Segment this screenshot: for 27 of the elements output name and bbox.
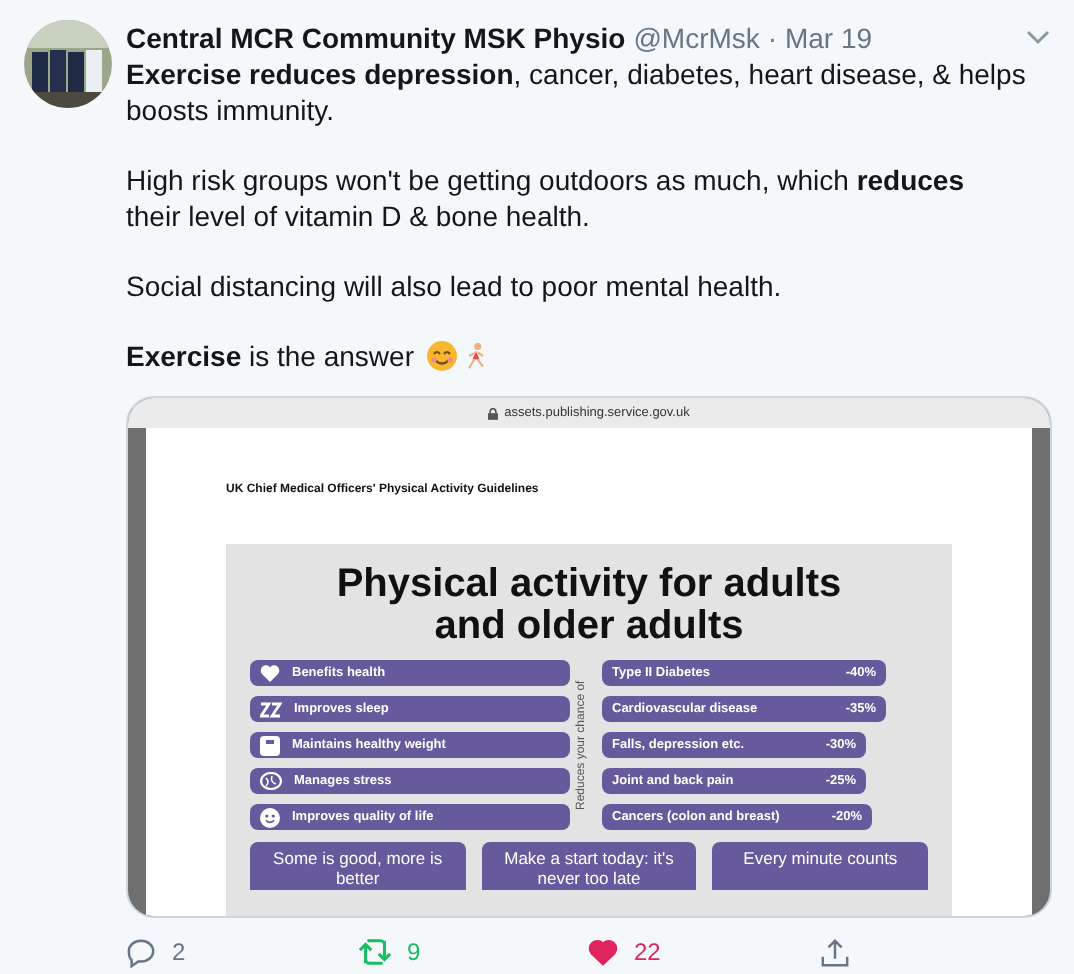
- scale-icon: [260, 735, 280, 755]
- retweet-count: 9: [407, 938, 421, 966]
- reply-icon[interactable]: [126, 937, 156, 967]
- tip-box: Some is good, more is better: [250, 842, 466, 890]
- brain-icon: [260, 772, 282, 790]
- heart-icon[interactable]: [588, 938, 618, 966]
- tip-box: Every minute counts: [712, 842, 929, 890]
- share-icon[interactable]: [819, 937, 849, 967]
- retweet-icon[interactable]: [357, 938, 391, 966]
- smiley-icon: [260, 807, 280, 827]
- tweet-text: Exercise is the answer: [126, 340, 414, 372]
- smiling-face-icon: [425, 340, 458, 372]
- author-handle[interactable]: @McrMsk: [633, 22, 760, 54]
- infographic-title: Physical activity for adults and older adults: [334, 564, 844, 648]
- lock-icon: [488, 407, 499, 419]
- tweet-text: Exercise reduces depression, cancer, diabetes, heart disease, & helps boosts immunity.: [126, 58, 1026, 126]
- author-name[interactable]: Central MCR Community MSK Physio: [126, 22, 626, 54]
- tip-box: Make a start today: it's never too late: [481, 842, 697, 890]
- reply-count: 2: [172, 938, 186, 966]
- tweet-text: Social distancing will also lead to poor mental health.: [126, 270, 782, 302]
- sleep-icon: [260, 701, 282, 717]
- like-count: 22: [634, 938, 661, 966]
- chevron-down-icon[interactable]: [1026, 30, 1050, 46]
- tweet-text: High risk groups won't be getting outdoors as much, which reduces their level of vitamin D & bone health.: [126, 164, 965, 232]
- heart-icon: [260, 664, 280, 682]
- tweet-date[interactable]: · Mar 19: [767, 22, 873, 54]
- avatar[interactable]: [24, 20, 112, 108]
